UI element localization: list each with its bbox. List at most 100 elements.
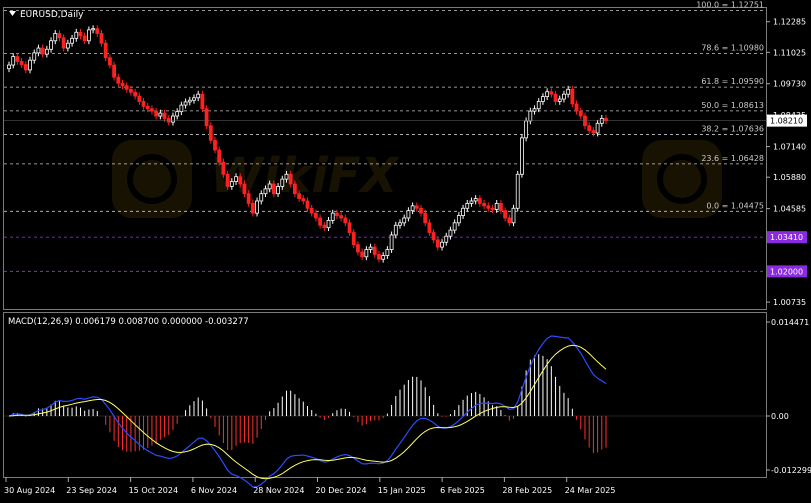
candle bbox=[511, 204, 516, 227]
macd-panel-frame bbox=[3, 312, 767, 478]
candle bbox=[578, 107, 583, 120]
candles-layer[interactable] bbox=[7, 25, 608, 263]
candle-body bbox=[330, 212, 335, 221]
candle-body bbox=[7, 64, 11, 70]
support-price-label: 1.03410 bbox=[770, 233, 803, 242]
candle bbox=[402, 214, 407, 227]
candle-body bbox=[53, 33, 58, 42]
candle-body bbox=[440, 241, 444, 248]
candle-body bbox=[192, 97, 196, 101]
candle-body bbox=[335, 212, 339, 216]
candle-body bbox=[284, 173, 289, 180]
candle-body bbox=[40, 47, 45, 55]
candle bbox=[528, 107, 533, 125]
price-tick-label: 1.00735 bbox=[773, 298, 806, 307]
candle-body bbox=[259, 193, 264, 202]
candle bbox=[57, 30, 62, 42]
price-tick-label: 1.07140 bbox=[773, 143, 806, 152]
candle bbox=[423, 209, 428, 227]
candle-body bbox=[524, 120, 529, 139]
candle bbox=[385, 246, 390, 259]
chart-svg[interactable]: WikiFX 100.0 = 1.12751 78.6 = 1.10980 61.8… bbox=[0, 0, 811, 499]
candle-body bbox=[255, 200, 259, 214]
candle-body bbox=[229, 181, 234, 187]
candle bbox=[196, 90, 201, 102]
candle-body bbox=[116, 76, 121, 84]
candle-body bbox=[166, 118, 171, 123]
chart-window[interactable]: WikiFX 100.0 = 1.12751 78.6 = 1.10980 61.8… bbox=[0, 0, 811, 499]
candle-body bbox=[65, 42, 70, 49]
candle bbox=[49, 37, 53, 53]
candle bbox=[414, 202, 419, 212]
candle bbox=[11, 53, 16, 69]
time-tick-label: 30 Aug 2024 bbox=[4, 486, 55, 495]
candle bbox=[368, 243, 373, 253]
candle bbox=[541, 93, 545, 105]
candle-body bbox=[208, 125, 213, 141]
candle-body bbox=[448, 229, 453, 237]
candle-body bbox=[398, 222, 402, 226]
time-tick-label: 6 Nov 2024 bbox=[191, 486, 237, 495]
candle bbox=[7, 61, 11, 73]
candle-body bbox=[204, 108, 209, 127]
candle-body bbox=[541, 96, 545, 102]
triangle-down-icon[interactable] bbox=[9, 11, 16, 16]
candle-body bbox=[61, 37, 66, 49]
macd-layer[interactable] bbox=[4, 335, 766, 488]
candle-body bbox=[520, 137, 524, 175]
candle-body bbox=[511, 207, 516, 224]
candle-body bbox=[389, 234, 394, 250]
candle bbox=[469, 197, 474, 207]
candle-body bbox=[103, 42, 108, 59]
candle-body bbox=[129, 88, 133, 93]
candle-body bbox=[343, 217, 348, 224]
candle bbox=[566, 85, 571, 98]
candle bbox=[112, 61, 117, 81]
candle bbox=[318, 214, 323, 229]
candle bbox=[19, 58, 24, 68]
candle-body bbox=[112, 64, 117, 78]
candle-body bbox=[372, 246, 377, 255]
candle bbox=[440, 238, 444, 251]
candle bbox=[524, 117, 529, 142]
candle bbox=[74, 28, 79, 42]
candle bbox=[200, 90, 205, 113]
candle-body bbox=[578, 110, 583, 117]
candle-body bbox=[213, 139, 217, 151]
candle-body bbox=[314, 212, 318, 219]
candle-body bbox=[292, 183, 297, 195]
candle bbox=[360, 248, 365, 261]
candle-body bbox=[57, 33, 62, 39]
symbol-header[interactable]: EURUSD,Daily bbox=[9, 10, 84, 20]
candle-body bbox=[604, 118, 608, 122]
candle-body bbox=[536, 101, 541, 110]
candle-body bbox=[427, 222, 432, 233]
candle bbox=[587, 122, 592, 134]
candle-body bbox=[477, 198, 482, 204]
candle-body bbox=[271, 183, 276, 195]
candle-body bbox=[162, 112, 167, 119]
candle-body bbox=[179, 104, 184, 113]
candle bbox=[557, 95, 562, 105]
candle bbox=[61, 34, 66, 52]
candle-body bbox=[276, 186, 280, 195]
fib-level-label: 38.2 = 1.07636 bbox=[701, 125, 764, 134]
candle-body bbox=[19, 61, 24, 65]
candle-body bbox=[503, 210, 507, 219]
candle bbox=[444, 232, 449, 246]
macd-tick-label: 0.014471 bbox=[771, 318, 809, 327]
candle-body bbox=[595, 122, 600, 134]
fib-level-label: 0.0 = 1.04475 bbox=[706, 201, 764, 210]
candle bbox=[162, 109, 167, 122]
candle-body bbox=[364, 249, 369, 258]
candle bbox=[91, 25, 95, 34]
symbol-label: EURUSD,Daily bbox=[20, 10, 84, 20]
time-tick-label: 23 Sep 2024 bbox=[66, 486, 117, 495]
time-tick-label: 15 Jan 2025 bbox=[378, 486, 426, 495]
candle-body bbox=[36, 47, 41, 54]
time-tick-label: 24 Mar 2025 bbox=[565, 486, 616, 495]
candle bbox=[116, 73, 121, 87]
candle bbox=[486, 202, 491, 212]
candle-body bbox=[154, 110, 159, 117]
levels-layer: 100.0 = 1.12751 78.6 = 1.10980 61.8 = 1.09… bbox=[4, 0, 766, 272]
